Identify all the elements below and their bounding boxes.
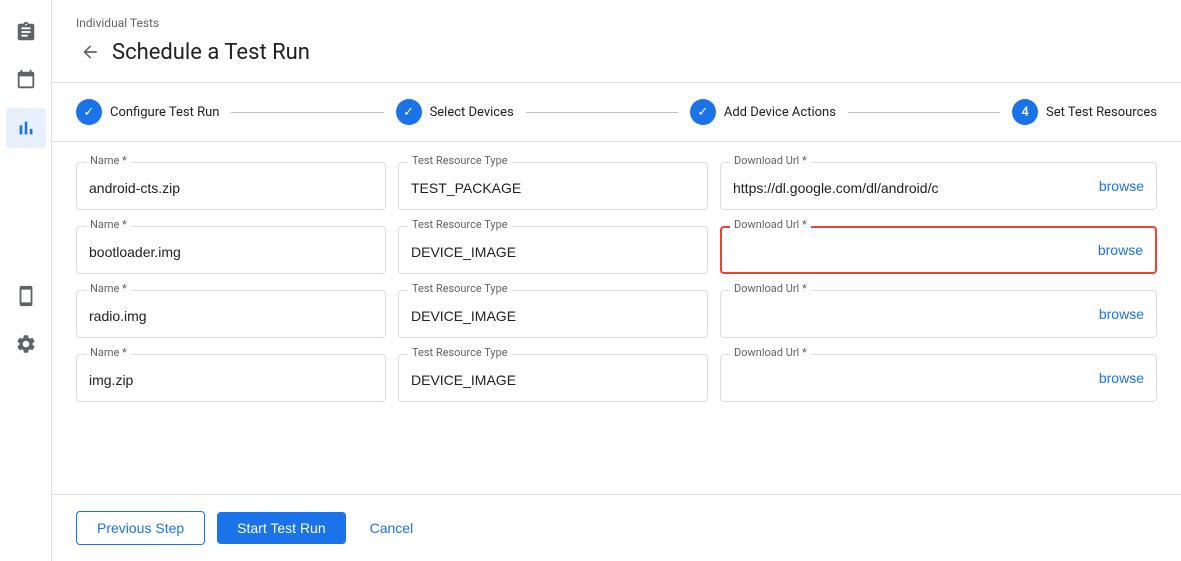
type-label-3: Test Resource Type — [408, 282, 512, 295]
url-input-1[interactable] — [721, 163, 1087, 209]
type-input-3[interactable] — [398, 290, 708, 338]
url-field-4: Download Url * browse — [720, 354, 1157, 402]
url-input-2[interactable] — [722, 228, 1086, 272]
step-3-circle — [690, 99, 716, 125]
step-4: 4 Set Test Resources — [1012, 99, 1157, 125]
url-field-3: Download Url * browse — [720, 290, 1157, 338]
sidebar-icon-clipboard[interactable] — [6, 12, 46, 52]
url-input-3[interactable] — [721, 291, 1087, 337]
sidebar — [0, 0, 52, 561]
browse-button-3[interactable]: browse — [1087, 291, 1156, 337]
type-label-4: Test Resource Type — [408, 346, 512, 359]
type-input-4[interactable] — [398, 354, 708, 402]
sidebar-icon-chart[interactable] — [6, 108, 46, 148]
name-field-2: Name * — [76, 226, 386, 274]
url-label-3: Download Url * — [730, 282, 811, 295]
browse-button-4[interactable]: browse — [1087, 355, 1156, 401]
browse-button-2[interactable]: browse — [1086, 228, 1155, 272]
type-label-1: Test Resource Type — [408, 154, 512, 167]
main-content: Individual Tests Schedule a Test Run Con… — [52, 0, 1181, 561]
back-button[interactable] — [76, 38, 104, 66]
breadcrumb: Individual Tests — [76, 16, 1157, 30]
browse-button-1[interactable]: browse — [1087, 163, 1156, 209]
url-field-2: Download Url * browse — [720, 226, 1157, 274]
url-label-4: Download Url * — [730, 346, 811, 359]
type-field-4: Test Resource Type — [398, 354, 708, 402]
type-input-1[interactable] — [398, 162, 708, 210]
resource-row-1: Name * Test Resource Type Download Url *… — [76, 162, 1157, 210]
step-1: Configure Test Run — [76, 99, 219, 125]
footer: Previous Step Start Test Run Cancel — [52, 494, 1181, 561]
sidebar-icon-gear[interactable] — [6, 324, 46, 364]
page-title: Schedule a Test Run — [112, 40, 310, 65]
sidebar-icon-phone[interactable] — [6, 276, 46, 316]
header: Individual Tests Schedule a Test Run — [52, 0, 1181, 83]
type-label-2: Test Resource Type — [408, 218, 512, 231]
step-2-label: Select Devices — [430, 105, 514, 120]
step-connector-1 — [231, 112, 383, 113]
step-4-circle: 4 — [1012, 99, 1038, 125]
resource-row-2: Name * Test Resource Type Download Url *… — [76, 226, 1157, 274]
step-3: Add Device Actions — [690, 99, 836, 125]
step-connector-2 — [526, 112, 678, 113]
url-wrapper-3: browse — [720, 290, 1157, 338]
name-field-1: Name * — [76, 162, 386, 210]
content-area: Name * Test Resource Type Download Url *… — [52, 142, 1181, 494]
url-wrapper-4: browse — [720, 354, 1157, 402]
name-label-3: Name * — [86, 282, 131, 295]
step-1-circle — [76, 99, 102, 125]
resource-row-4: Name * Test Resource Type Download Url *… — [76, 354, 1157, 402]
type-input-2[interactable] — [398, 226, 708, 274]
name-input-2[interactable] — [76, 226, 386, 274]
cancel-button[interactable]: Cancel — [358, 512, 426, 544]
step-connector-3 — [848, 112, 1000, 113]
url-label-1: Download Url * — [730, 154, 811, 167]
resource-row-3: Name * Test Resource Type Download Url *… — [76, 290, 1157, 338]
name-input-3[interactable] — [76, 290, 386, 338]
name-field-3: Name * — [76, 290, 386, 338]
step-3-label: Add Device Actions — [724, 105, 836, 120]
url-wrapper-2: browse — [720, 226, 1157, 274]
step-2: Select Devices — [396, 99, 514, 125]
step-4-label: Set Test Resources — [1046, 105, 1157, 120]
url-wrapper-1: browse — [720, 162, 1157, 210]
url-input-4[interactable] — [721, 355, 1087, 401]
name-label-2: Name * — [86, 218, 131, 231]
name-input-1[interactable] — [76, 162, 386, 210]
previous-step-button[interactable]: Previous Step — [76, 511, 205, 545]
url-label-2: Download Url * — [730, 218, 811, 231]
name-field-4: Name * — [76, 354, 386, 402]
name-input-4[interactable] — [76, 354, 386, 402]
name-label-4: Name * — [86, 346, 131, 359]
step-1-label: Configure Test Run — [110, 105, 219, 120]
type-field-1: Test Resource Type — [398, 162, 708, 210]
step-2-circle — [396, 99, 422, 125]
type-field-3: Test Resource Type — [398, 290, 708, 338]
name-label-1: Name * — [86, 154, 131, 167]
type-field-2: Test Resource Type — [398, 226, 708, 274]
stepper: Configure Test Run Select Devices Add De… — [52, 83, 1181, 142]
url-field-1: Download Url * browse — [720, 162, 1157, 210]
start-test-run-button[interactable]: Start Test Run — [217, 512, 345, 544]
sidebar-icon-calendar[interactable] — [6, 60, 46, 100]
